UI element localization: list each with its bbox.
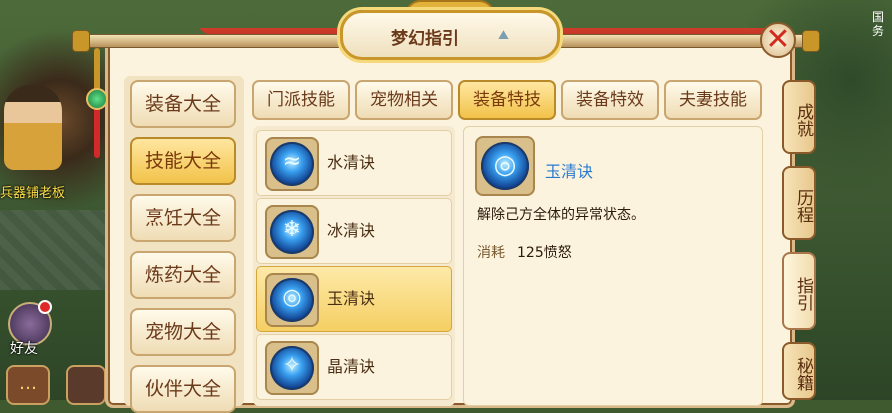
right-tab-history[interactable]: 历程 (782, 166, 816, 240)
npc-name-label: 兵器铺老板 (0, 186, 66, 201)
right-tab-achievements[interactable]: 成就 (782, 80, 816, 154)
skill-name: 玉清诀 (327, 289, 376, 308)
crystal-icon: ✧ (265, 341, 319, 395)
dialog-title: 梦幻指引 (391, 29, 459, 49)
voice-button[interactable] (66, 365, 106, 405)
chat-bubble-icon: … (19, 373, 37, 394)
water-swirl-icon: ≈ (265, 137, 319, 191)
tab-equip-special-skills[interactable]: 装备特技 (458, 80, 556, 120)
detail-cost-label: 消耗 (477, 245, 505, 261)
list-item[interactable]: ◎ 玉清诀 (256, 266, 452, 332)
tab-equip-effects[interactable]: 装备特效 (561, 80, 659, 120)
close-button[interactable]: ✕ (760, 22, 796, 58)
jade-orb-icon: ◎ (475, 136, 535, 196)
tab-couple-skills[interactable]: 夫妻技能 (664, 80, 762, 120)
right-tab-guide[interactable]: 指引 (782, 252, 816, 330)
skill-name: 晶清诀 (327, 357, 376, 376)
list-item[interactable]: ≈ 水清诀 (256, 130, 452, 196)
chat-button[interactable]: … (6, 365, 50, 405)
jade-orb-icon: ◎ (265, 273, 319, 327)
category-cooking[interactable]: 烹饪大全 (130, 194, 236, 242)
category-equipment[interactable]: 装备大全 (130, 80, 236, 128)
rod-end-left (72, 30, 90, 52)
skill-list[interactable]: ≈ 水清诀 ❄ 冰清诀 ◎ 玉清诀 ✧ 晶清诀 (253, 126, 455, 406)
detail-cost-value: 125愤怒 (517, 245, 572, 261)
detail-skill-name: 玉清诀 (545, 162, 594, 181)
list-item[interactable]: ❄ 冰清诀 (256, 198, 452, 264)
tab-sect-skills[interactable]: 门派技能 (252, 80, 350, 120)
ink-landscape-decoration: ⛰︎ (498, 28, 509, 43)
stone-floor-tiles (0, 210, 120, 290)
category-skills[interactable]: 技能大全 (130, 137, 236, 185)
tab-pet-related[interactable]: 宠物相关 (355, 80, 453, 120)
close-x-icon: ✕ (765, 22, 791, 57)
jade-gem-icon (86, 88, 108, 110)
detail-description: 解除己方全体的异常状态。 (477, 207, 645, 223)
right-tab-secrets[interactable]: 秘籍 (782, 342, 816, 400)
category-alchemy[interactable]: 炼药大全 (130, 251, 236, 299)
skill-name: 水清诀 (327, 153, 376, 172)
notification-dot (38, 300, 52, 314)
category-pets[interactable]: 宠物大全 (130, 308, 236, 356)
npc-weapon-shop-owner[interactable] (4, 85, 62, 170)
corner-text: 国务 (872, 10, 885, 38)
rod-end-right (802, 30, 820, 52)
list-item[interactable]: ✧ 晶清诀 (256, 334, 452, 400)
friends-label: 好友 (10, 341, 38, 357)
skill-name: 冰清诀 (327, 221, 376, 240)
snowflake-icon: ❄ (265, 205, 319, 259)
category-partners[interactable]: 伙伴大全 (130, 365, 236, 413)
